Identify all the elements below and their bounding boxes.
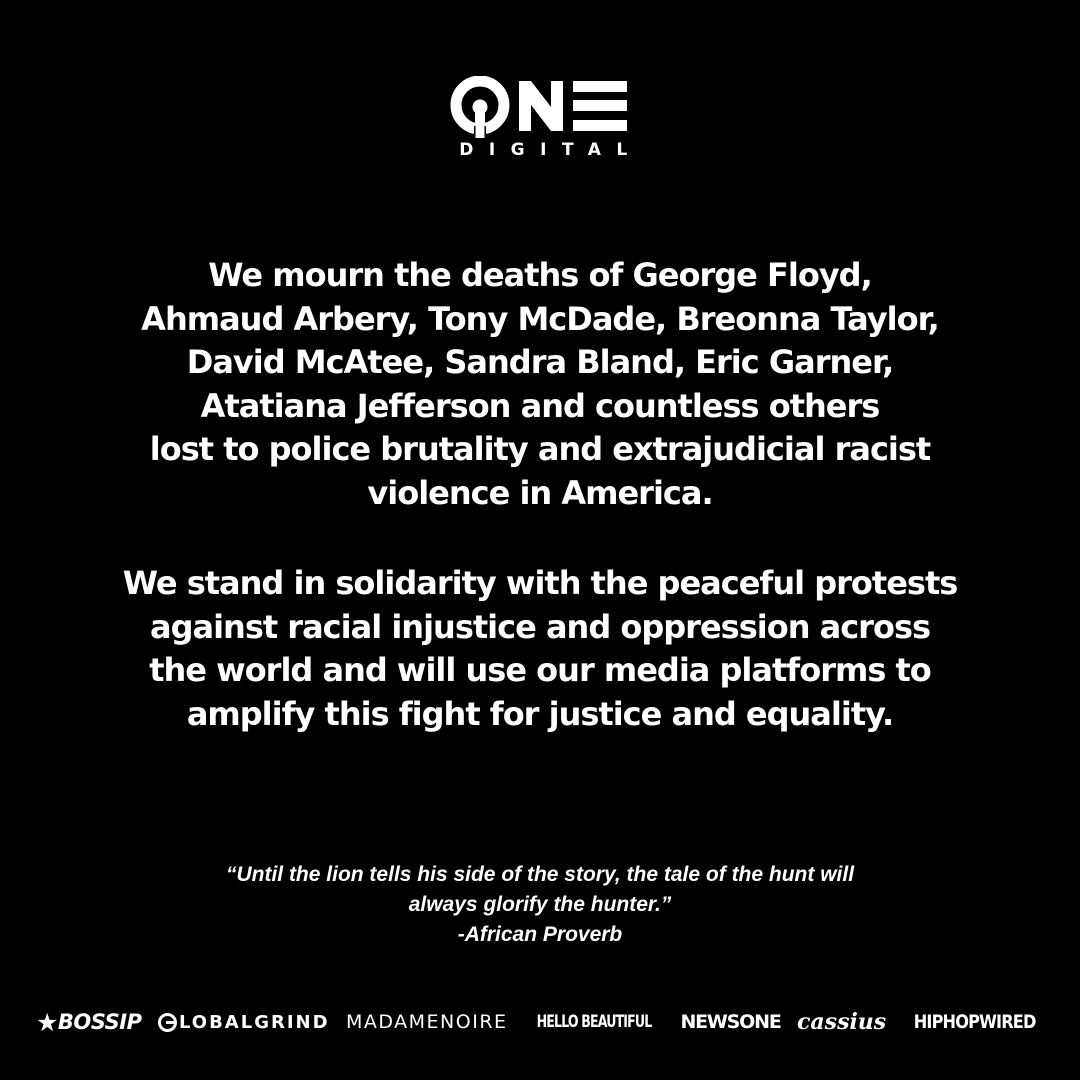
madamenoire-logo: MADAMENOIRE bbox=[346, 1011, 508, 1033]
statement-paragraph-2: We stand in solidarity with the peaceful… bbox=[40, 562, 1040, 736]
quote-attribution: -African Proverb bbox=[457, 923, 623, 946]
bossip-logo: ★ BOSSIP bbox=[36, 1008, 142, 1037]
statement-line: Ahmaud Arbery, Tony McDade, Breonna Tayl… bbox=[141, 299, 940, 338]
hiphopwired-label: HIPHOPWIRED bbox=[913, 1011, 1036, 1033]
hellobeautiful-logo: HELLO BEAUTIFUL bbox=[536, 1012, 653, 1032]
g-circle-icon bbox=[157, 1012, 177, 1032]
globalgrind-logo: LOBALGRIND bbox=[157, 1011, 330, 1033]
statement-line: We mourn the deaths of George Floyd, bbox=[208, 256, 872, 294]
statement-line: the world and will use our media platfor… bbox=[149, 651, 932, 690]
statement-paragraph-1: We mourn the deaths of George Floyd, Ahm… bbox=[40, 254, 1040, 516]
statement-line: violence in America. bbox=[367, 473, 713, 512]
statement-line: against racial injustice and oppression … bbox=[149, 607, 931, 646]
proverb-quote: “Until the lion tells his side of the st… bbox=[40, 860, 1040, 950]
star-icon: ★ bbox=[36, 1007, 58, 1037]
hiphopwired-logo: HIPHOPWIRED bbox=[913, 1011, 1036, 1033]
statement-line: We stand in solidarity with the peaceful… bbox=[122, 564, 959, 602]
globalgrind-label: LOBALGRIND bbox=[178, 1011, 330, 1033]
one-digital-logo: DIGITAL bbox=[0, 76, 1080, 160]
newsone-logo: NEWSONE bbox=[680, 1011, 781, 1033]
newsone-label: NEWSONE bbox=[680, 1011, 781, 1033]
brand-logo-row: ★ BOSSIP LOBALGRIND MADAMENOIRE HELLO BEA… bbox=[36, 1004, 1046, 1040]
cassius-label: cassius bbox=[797, 1009, 887, 1035]
logo-subtitle: DIGITAL bbox=[459, 140, 643, 160]
quote-line: “Until the lion tells his side of the st… bbox=[225, 863, 855, 886]
statement-line: Atatiana Jefferson and countless others bbox=[200, 386, 881, 425]
statement-line: David McAtee, Sandra Bland, Eric Garner, bbox=[186, 343, 894, 382]
statement-line: amplify this fight for justice and equal… bbox=[186, 694, 894, 733]
cassius-logo: cassius bbox=[797, 1009, 886, 1035]
madamenoire-label: MADAMENOIRE bbox=[345, 1011, 508, 1033]
bossip-label: BOSSIP bbox=[57, 1010, 142, 1034]
quote-line: always glorify the hunter.” bbox=[408, 893, 672, 916]
statement-line: lost to police brutality and extrajudici… bbox=[149, 430, 931, 469]
hellobeautiful-label: HELLO BEAUTIFUL bbox=[536, 1012, 653, 1032]
one-wordmark-logo bbox=[450, 76, 627, 138]
